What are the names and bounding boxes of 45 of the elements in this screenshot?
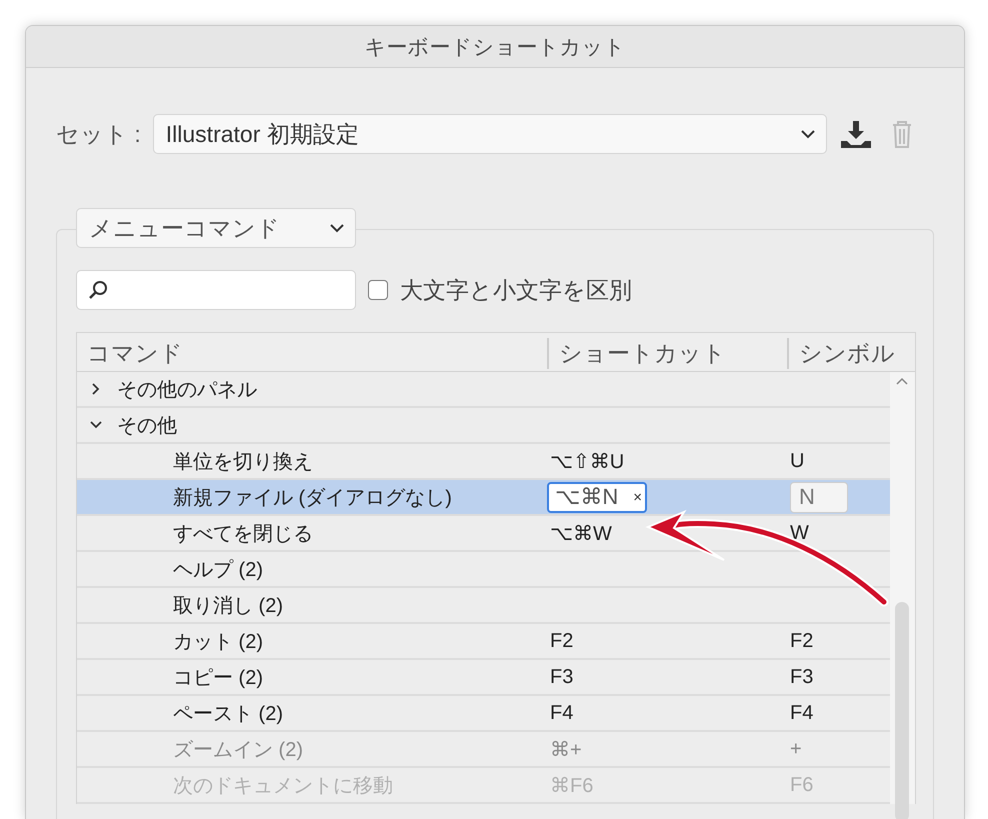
symbol-text: + (790, 738, 802, 760)
command-name: ペースト (2) (173, 702, 283, 726)
shortcut-field[interactable]: ⌥⌘N × (547, 482, 647, 512)
command-name: カット (2) (173, 630, 263, 654)
command-name: コピー (2) (173, 666, 263, 690)
column-header[interactable]: シンボル (787, 338, 915, 369)
command-name: 取り消し (2) (173, 594, 283, 618)
shortcut-text: ⌘F6 (550, 774, 594, 796)
download-icon[interactable] (838, 119, 873, 149)
search-field[interactable] (76, 270, 356, 310)
symbol-text: F2 (790, 630, 814, 652)
scroll-up-icon[interactable] (895, 376, 909, 386)
chevron-icon (800, 129, 816, 139)
symbol-text: F3 (790, 666, 814, 688)
shortcut-text: F3 (550, 666, 574, 688)
shortcut-text: F2 (550, 630, 574, 652)
set-label: セット : (56, 120, 141, 148)
command-name: ズームイン (2) (173, 738, 303, 762)
clear-button[interactable]: × (633, 488, 642, 506)
checkbox[interactable] (368, 280, 388, 300)
command-name: 次のドキュメントに移動 (173, 774, 393, 798)
chevron-icon (329, 223, 345, 233)
column-header[interactable]: コマンド (77, 338, 547, 369)
command-name: ヘルプ (2) (173, 558, 263, 582)
command-name: その他のパネル (117, 378, 257, 402)
shortcut-text: ⌥⌘W (550, 522, 612, 544)
command-name: すべてを閉じる (173, 522, 313, 546)
window-title: キーボードショートカット (364, 34, 626, 60)
set-dropdown[interactable]: Illustrator 初期設定 (152, 114, 827, 154)
command-name: 新規ファイル (ダイアログなし) (173, 486, 452, 510)
scrollbar-thumb[interactable] (895, 602, 909, 819)
symbol-text: F4 (790, 702, 814, 724)
category-dropdown[interactable]: メニューコマンド (76, 208, 356, 248)
shortcut-text: ⌘+ (550, 738, 582, 760)
checkbox-label: 大文字と小文字を区別 (400, 276, 632, 304)
search-icon (87, 279, 109, 301)
shortcut-text: ⌥⇧⌘U (550, 450, 624, 472)
symbol-field[interactable]: N (790, 482, 848, 512)
shortcut-text: F4 (550, 702, 574, 724)
command-name: その他 (117, 414, 177, 438)
symbol-text: W (790, 522, 809, 544)
column-header[interactable]: ショートカット (547, 338, 787, 369)
command-name: 単位を切り換え (173, 450, 313, 474)
symbol-text: U (790, 450, 804, 472)
symbol-text: F6 (790, 774, 814, 796)
